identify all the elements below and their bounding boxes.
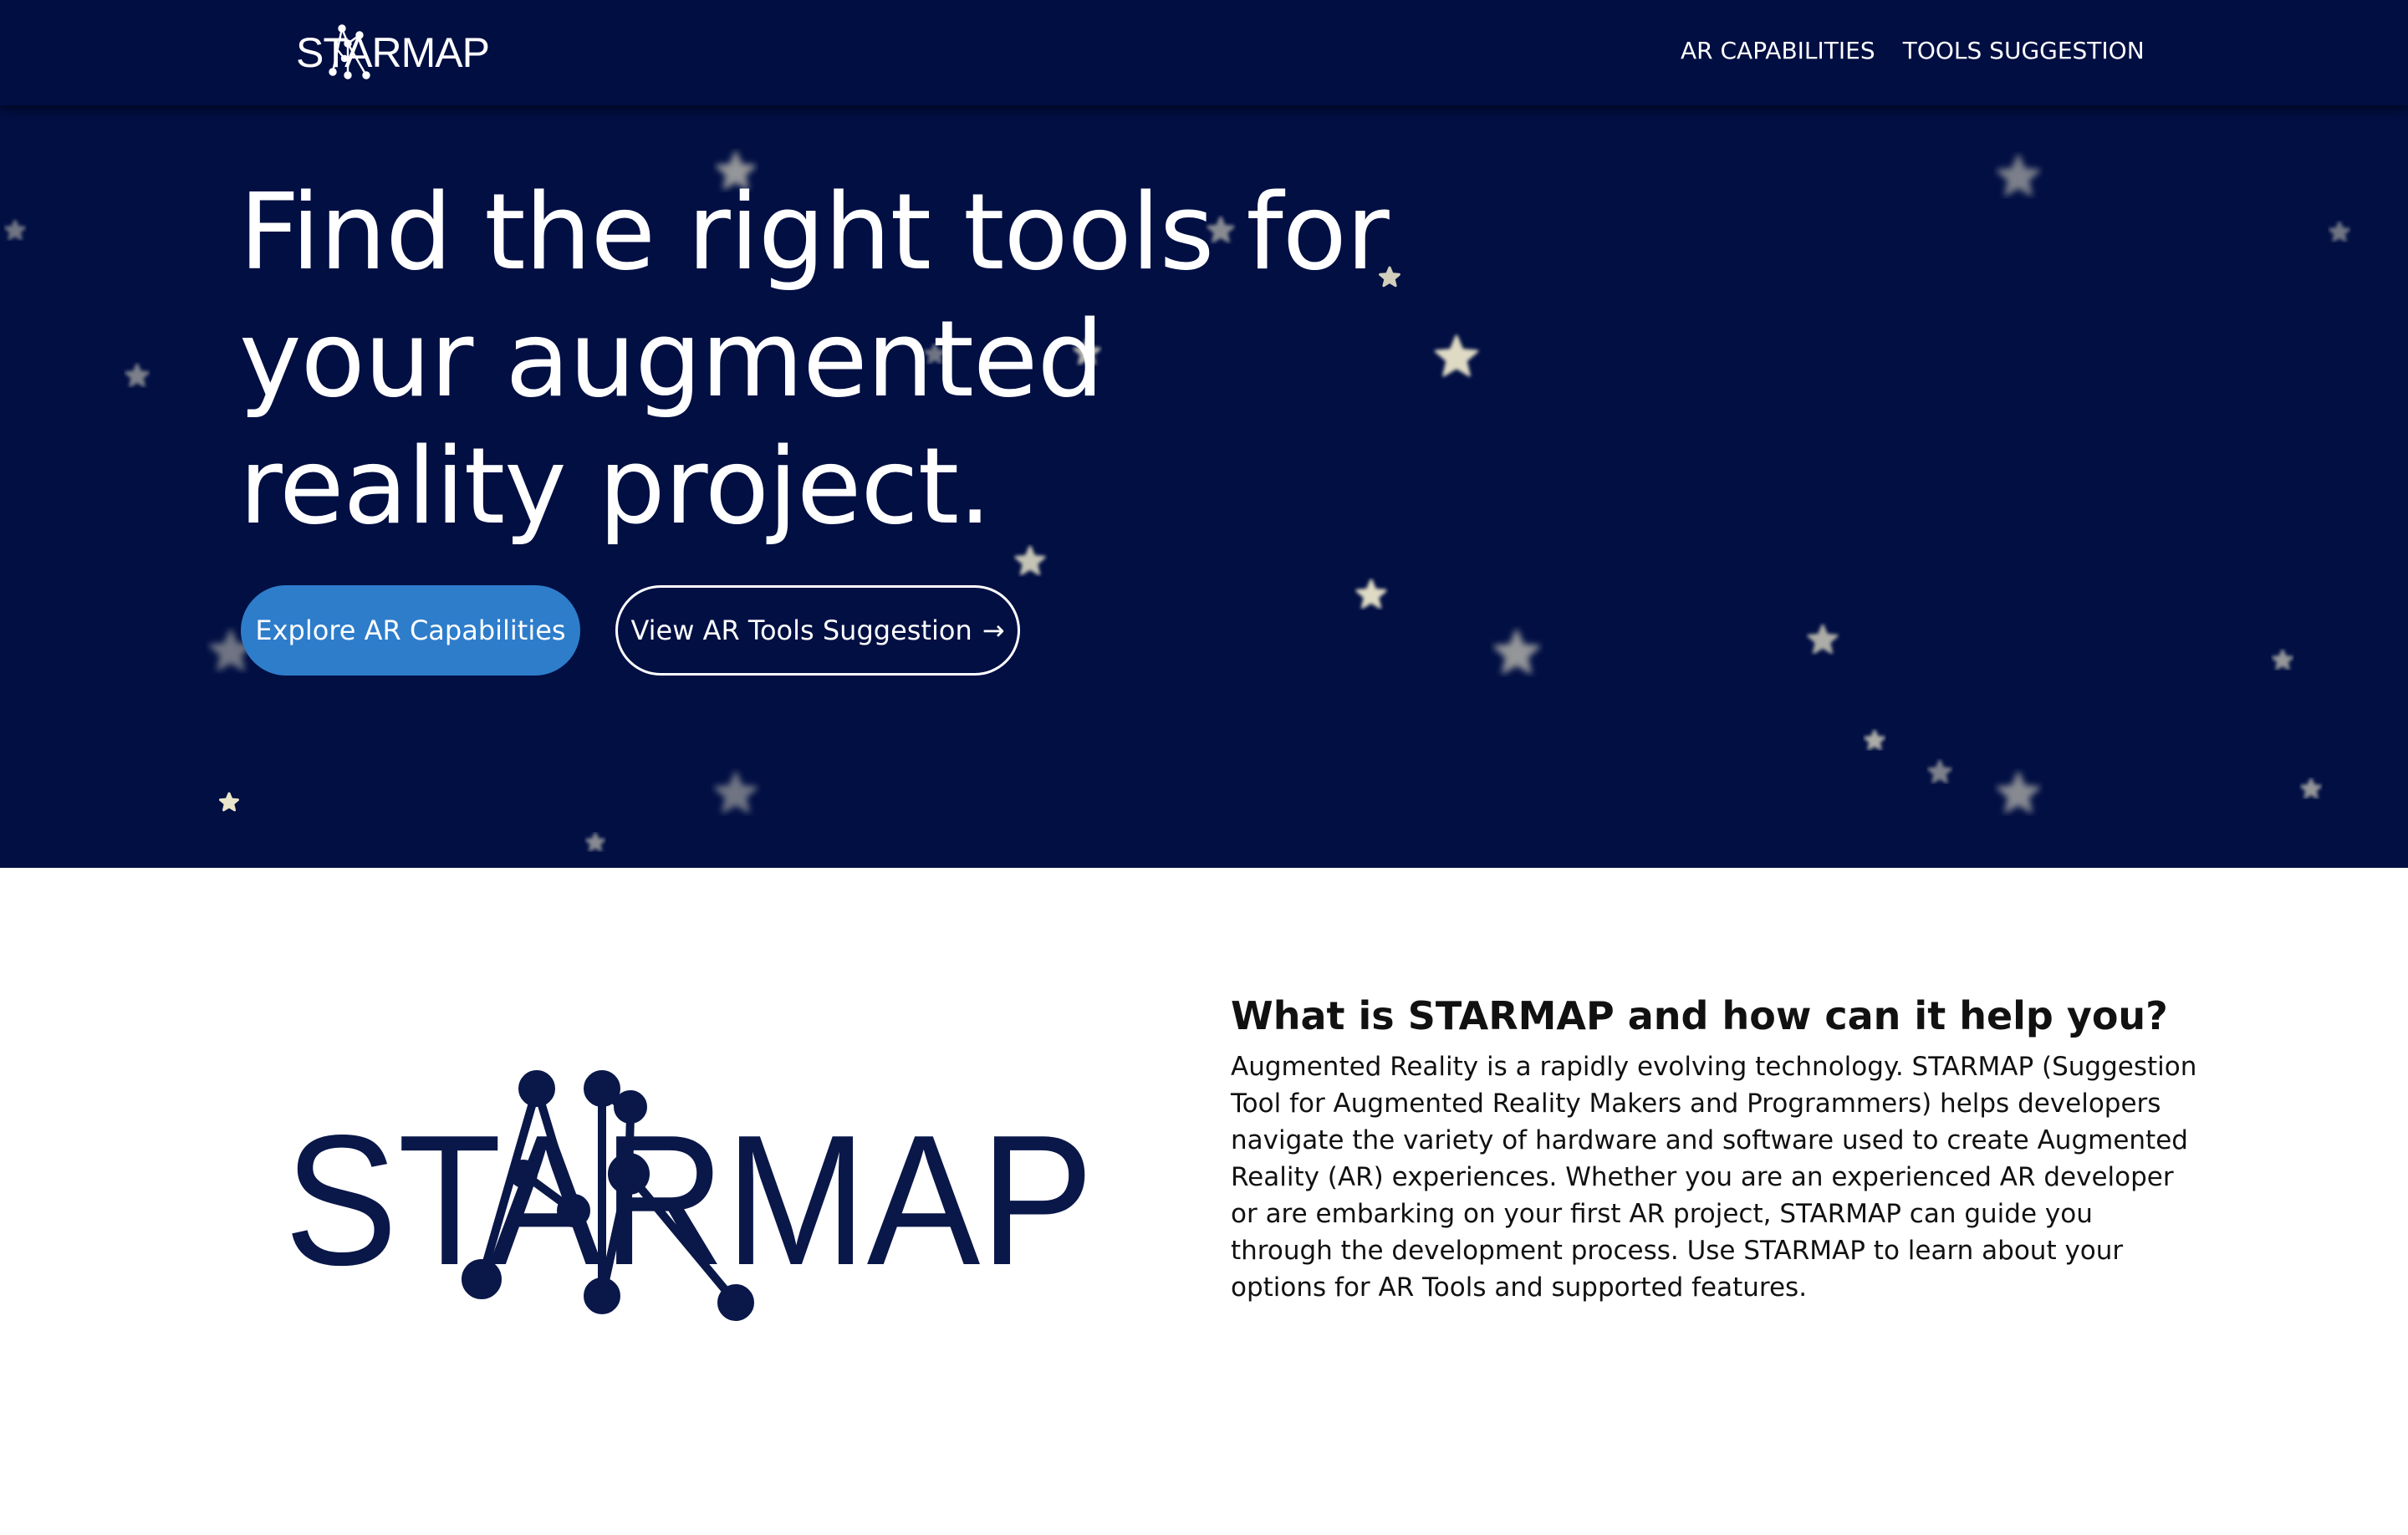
star-icon [1864,729,1885,751]
nav-ar-capabilities[interactable]: AR CAPABILITIES [1681,37,1875,64]
star-icon [219,792,239,812]
navbar-logo[interactable]: STARMAP [296,22,490,82]
about-section: What is STARMAP and how can it help you?… [1231,987,2201,1306]
view-tools-button-label: View AR Tools Suggestion [630,615,972,646]
star-icon [1996,154,2041,196]
view-ar-tools-suggestion-button[interactable]: View AR Tools Suggestion → [615,585,1020,676]
star-icon [1355,579,1387,609]
star-icon [1492,629,1541,675]
star-icon [1927,759,1952,783]
star-icon [2300,778,2322,799]
star-icon [125,363,150,387]
star-icon [2272,649,2293,671]
starmap-constellation-logo-icon: STARMAP [284,1070,1094,1321]
about-heading: What is STARMAP and how can it help you? [1231,993,2168,1038]
star-icon [4,219,26,241]
navbar-logo-text: STARMAP [296,29,490,76]
nav-links: AR CAPABILITIES TOOLS SUGGESTION [1681,37,2168,64]
starmap-logo-text: STARMAP [284,1097,1094,1304]
nav-tools-suggestion[interactable]: TOOLS SUGGESTION [1903,37,2145,64]
arrow-right-icon: → [982,615,1005,646]
star-icon [1014,545,1046,576]
star-icon [1996,771,2041,813]
star-icon [1807,624,1839,655]
starmap-logo: STARMAP [284,1062,1104,1329]
explore-button-label: Explore AR Capabilities [255,615,566,646]
about-body: Augmented Reality is a rapidly evolving … [1231,1052,2197,1303]
hero-section: Find the right tools for your augmented … [0,0,2408,868]
star-icon [2329,221,2350,242]
hero-title: Find the right tools for your augmented … [239,171,1390,548]
explore-ar-capabilities-button[interactable]: Explore AR Capabilities [241,585,580,676]
top-navbar: STARMAP AR CAPABILITIES TOOLS SUGGESTION [0,0,2408,105]
star-icon [713,771,758,813]
star-icon [585,832,605,852]
